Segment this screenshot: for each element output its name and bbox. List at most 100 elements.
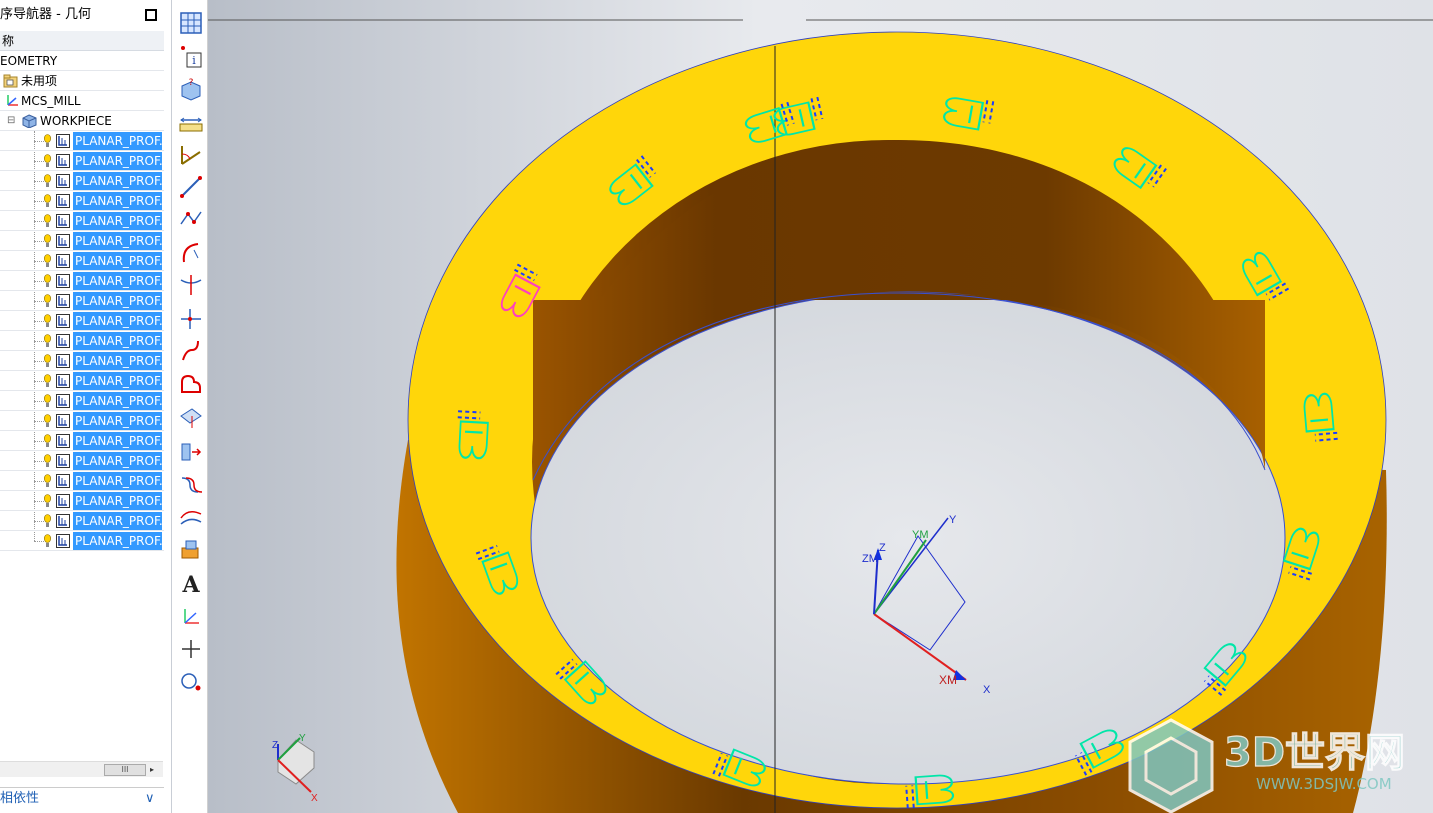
workpiece-icon xyxy=(22,114,37,128)
lightbulb-icon xyxy=(44,494,51,507)
collapse-icon[interactable]: ⊟ xyxy=(7,111,15,131)
tree-row-unused[interactable]: 未用项 xyxy=(0,71,164,91)
operation-label: PLANAR_PROF. xyxy=(73,152,162,170)
nx-cam-window: 序导航器 - 几何 称 EOMETRY 未用项 MCS_MILL ⊟ WORKP… xyxy=(0,0,1433,813)
planar-profile-icon xyxy=(56,494,70,508)
tree-row-workpiece[interactable]: ⊟ WORKPIECE xyxy=(0,111,164,131)
tree-connector xyxy=(34,221,44,222)
ym-label: YM xyxy=(912,529,929,541)
operation-row[interactable]: PLANAR_PROF. xyxy=(0,131,164,151)
point-icon[interactable] xyxy=(178,636,204,662)
iso-curve-icon[interactable] xyxy=(178,504,204,530)
project-curve-icon[interactable] xyxy=(178,438,204,464)
x-label: X xyxy=(983,684,991,696)
object-info-icon[interactable]: ? xyxy=(178,76,204,102)
operation-label: PLANAR_PROF. xyxy=(73,252,162,270)
operation-row[interactable]: PLANAR_PROF. xyxy=(0,271,164,291)
tree-connector xyxy=(34,181,44,182)
line-icon[interactable] xyxy=(178,174,204,200)
operation-row[interactable]: PLANAR_PROF. xyxy=(0,511,164,531)
operation-label: PLANAR_PROF. xyxy=(73,192,162,210)
horizontal-scrollbar[interactable]: III ▸ xyxy=(0,761,163,777)
scrollbar-thumb[interactable]: III xyxy=(104,764,146,776)
operation-row[interactable]: PLANAR_PROF. xyxy=(0,211,164,231)
csys-icon[interactable] xyxy=(178,604,204,630)
lightbulb-icon xyxy=(44,374,51,387)
operation-row[interactable]: PLANAR_PROF. xyxy=(0,491,164,511)
maximize-icon[interactable] xyxy=(145,9,157,21)
planar-profile-icon xyxy=(56,454,70,468)
grid-icon[interactable] xyxy=(178,10,204,36)
measure-angle-icon[interactable] xyxy=(178,142,204,168)
lightbulb-icon xyxy=(44,214,51,227)
dependency-panel-header[interactable]: 相依性 ∨ xyxy=(0,787,164,809)
y-label: Y xyxy=(949,514,957,526)
operation-row[interactable]: PLANAR_PROF. xyxy=(0,411,164,431)
graphics-viewport[interactable]: XM X YM Y ZM Z Z Y X 3D世界网 WWW.3DSJW.COM xyxy=(208,0,1433,813)
svg-text:i: i xyxy=(192,54,196,67)
tree-connector xyxy=(34,401,44,402)
circle-icon[interactable] xyxy=(178,668,204,694)
fillet-curve-icon[interactable] xyxy=(178,372,204,398)
tree-connector xyxy=(34,141,44,142)
lightbulb-icon xyxy=(44,134,51,147)
operation-label: PLANAR_PROF. xyxy=(73,232,162,250)
operation-row[interactable]: PLANAR_PROF. xyxy=(0,231,164,251)
operation-row[interactable]: PLANAR_PROF. xyxy=(0,151,164,171)
operation-row[interactable]: PLANAR_PROF. xyxy=(0,311,164,331)
extrude-icon[interactable] xyxy=(178,536,204,562)
tree-connector xyxy=(34,421,44,422)
tree-row-geometry[interactable]: EOMETRY xyxy=(0,51,164,71)
points-icon[interactable] xyxy=(178,206,204,232)
operation-label: PLANAR_PROF. xyxy=(73,392,162,410)
lightbulb-icon xyxy=(44,174,51,187)
chevron-down-icon[interactable]: ∨ xyxy=(145,788,155,810)
operation-label: PLANAR_PROF. xyxy=(73,132,162,150)
mcs-icon xyxy=(7,95,18,106)
tree-connector xyxy=(34,161,44,162)
operation-row[interactable]: PLANAR_PROF. xyxy=(0,451,164,471)
operation-row[interactable]: PLANAR_PROF. xyxy=(0,371,164,391)
text-icon[interactable]: A xyxy=(178,572,204,598)
tree-connector xyxy=(34,441,44,442)
bridge-curve-icon[interactable] xyxy=(178,338,204,364)
operation-row[interactable]: PLANAR_PROF. xyxy=(0,531,164,551)
info-icon[interactable]: i xyxy=(178,44,204,70)
tree-label: MCS_MILL xyxy=(21,94,81,108)
operation-row[interactable]: PLANAR_PROF. xyxy=(0,391,164,411)
operation-row[interactable]: PLANAR_PROF. xyxy=(0,351,164,371)
planar-profile-icon xyxy=(56,414,70,428)
lightbulb-icon xyxy=(44,274,51,287)
wrap-icon[interactable] xyxy=(178,472,204,498)
operation-label: PLANAR_PROF. xyxy=(73,312,162,330)
operation-row[interactable]: PLANAR_PROF. xyxy=(0,191,164,211)
scroll-right-arrow[interactable]: ▸ xyxy=(150,764,160,776)
operation-label: PLANAR_PROF. xyxy=(73,492,162,510)
column-header-name[interactable]: 称 xyxy=(0,31,164,51)
operation-row[interactable]: PLANAR_PROF. xyxy=(0,171,164,191)
model-view[interactable]: XM X YM Y ZM Z Z Y X 3D世界网 WWW.3DSJW.COM xyxy=(208,0,1433,813)
planar-profile-icon xyxy=(56,374,70,388)
z-label: Z xyxy=(879,542,886,554)
operation-label: PLANAR_PROF. xyxy=(73,372,162,390)
tree-label: EOMETRY xyxy=(0,54,58,68)
measure-distance-icon[interactable] xyxy=(178,112,204,138)
lightbulb-icon xyxy=(44,254,51,267)
operation-row[interactable]: PLANAR_PROF. xyxy=(0,471,164,491)
tree-row-mcs-mill[interactable]: MCS_MILL xyxy=(0,91,164,111)
watermark-text: 3D世界网 xyxy=(1224,730,1405,776)
tree-connector xyxy=(34,241,44,242)
operation-row[interactable]: PLANAR_PROF. xyxy=(0,331,164,351)
planar-profile-icon xyxy=(56,274,70,288)
intersect-icon[interactable] xyxy=(178,306,204,332)
arc-icon[interactable] xyxy=(178,240,204,266)
operation-row[interactable]: PLANAR_PROF. xyxy=(0,291,164,311)
vertical-toolbar: i ? A xyxy=(173,0,208,813)
operation-row[interactable]: PLANAR_PROF. xyxy=(0,431,164,451)
lightbulb-icon xyxy=(44,394,51,407)
tree-connector xyxy=(34,341,44,342)
operation-row[interactable]: PLANAR_PROF. xyxy=(0,251,164,271)
trim-icon[interactable] xyxy=(178,272,204,298)
operation-label: PLANAR_PROF. xyxy=(73,332,162,350)
offset-curve-icon[interactable] xyxy=(178,404,204,430)
